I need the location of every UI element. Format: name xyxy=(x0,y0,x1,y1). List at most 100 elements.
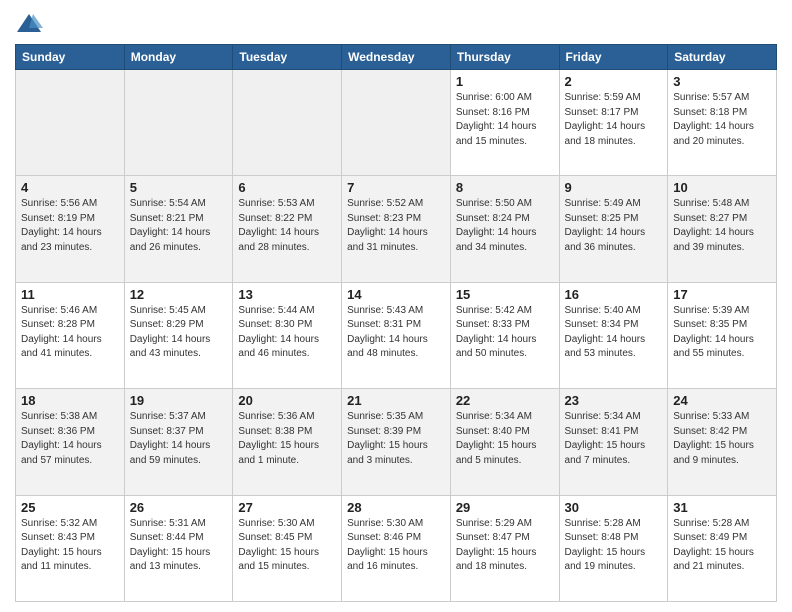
day-number: 28 xyxy=(347,500,445,515)
calendar-cell: 21 Sunrise: 5:35 AM Sunset: 8:39 PM Dayli… xyxy=(342,389,451,495)
day-number: 21 xyxy=(347,393,445,408)
page: SundayMondayTuesdayWednesdayThursdayFrid… xyxy=(0,0,792,612)
day-number: 12 xyxy=(130,287,228,302)
calendar-cell: 30 Sunrise: 5:28 AM Sunset: 8:48 PM Dayli… xyxy=(559,495,668,601)
calendar-table: SundayMondayTuesdayWednesdayThursdayFrid… xyxy=(15,44,777,602)
weekday-header: Saturday xyxy=(668,45,777,70)
calendar-cell: 10 Sunrise: 5:48 AM Sunset: 8:27 PM Dayli… xyxy=(668,176,777,282)
day-number: 24 xyxy=(673,393,771,408)
calendar-cell: 9 Sunrise: 5:49 AM Sunset: 8:25 PM Daylig… xyxy=(559,176,668,282)
day-info: Sunrise: 5:52 AM Sunset: 8:23 PM Dayligh… xyxy=(347,197,445,255)
day-info: Sunrise: 5:35 AM Sunset: 8:39 PM Dayligh… xyxy=(347,410,445,468)
header xyxy=(15,10,777,38)
calendar-cell xyxy=(342,70,451,176)
day-number: 5 xyxy=(130,180,228,195)
day-info: Sunrise: 5:49 AM Sunset: 8:25 PM Dayligh… xyxy=(565,197,663,255)
day-info: Sunrise: 5:28 AM Sunset: 8:48 PM Dayligh… xyxy=(565,517,663,575)
weekday-row: SundayMondayTuesdayWednesdayThursdayFrid… xyxy=(16,45,777,70)
day-info: Sunrise: 5:37 AM Sunset: 8:37 PM Dayligh… xyxy=(130,410,228,468)
calendar-week-row: 4 Sunrise: 5:56 AM Sunset: 8:19 PM Daylig… xyxy=(16,176,777,282)
logo xyxy=(15,10,47,38)
day-number: 7 xyxy=(347,180,445,195)
day-number: 31 xyxy=(673,500,771,515)
weekday-header: Monday xyxy=(124,45,233,70)
day-number: 1 xyxy=(456,74,554,89)
calendar-header: SundayMondayTuesdayWednesdayThursdayFrid… xyxy=(16,45,777,70)
calendar-cell: 6 Sunrise: 5:53 AM Sunset: 8:22 PM Daylig… xyxy=(233,176,342,282)
calendar-cell xyxy=(233,70,342,176)
day-number: 15 xyxy=(456,287,554,302)
day-info: Sunrise: 5:36 AM Sunset: 8:38 PM Dayligh… xyxy=(238,410,336,468)
day-info: Sunrise: 5:30 AM Sunset: 8:46 PM Dayligh… xyxy=(347,517,445,575)
day-number: 2 xyxy=(565,74,663,89)
day-info: Sunrise: 5:50 AM Sunset: 8:24 PM Dayligh… xyxy=(456,197,554,255)
logo-icon xyxy=(15,10,43,38)
day-info: Sunrise: 5:39 AM Sunset: 8:35 PM Dayligh… xyxy=(673,304,771,362)
calendar-cell: 2 Sunrise: 5:59 AM Sunset: 8:17 PM Daylig… xyxy=(559,70,668,176)
day-number: 18 xyxy=(21,393,119,408)
day-info: Sunrise: 5:48 AM Sunset: 8:27 PM Dayligh… xyxy=(673,197,771,255)
calendar-cell: 23Sunrise: 5:34 AM Sunset: 8:41 PM Dayli… xyxy=(559,389,668,495)
day-info: Sunrise: 5:32 AM Sunset: 8:43 PM Dayligh… xyxy=(21,517,119,575)
calendar-week-row: 1 Sunrise: 6:00 AM Sunset: 8:16 PM Daylig… xyxy=(16,70,777,176)
day-number: 6 xyxy=(238,180,336,195)
day-info: Sunrise: 5:38 AM Sunset: 8:36 PM Dayligh… xyxy=(21,410,119,468)
day-number: 4 xyxy=(21,180,119,195)
day-info: Sunrise: 5:54 AM Sunset: 8:21 PM Dayligh… xyxy=(130,197,228,255)
day-number: 16 xyxy=(565,287,663,302)
day-number: 9 xyxy=(565,180,663,195)
calendar-cell: 13 Sunrise: 5:44 AM Sunset: 8:30 PM Dayli… xyxy=(233,282,342,388)
calendar-cell: 25 Sunrise: 5:32 AM Sunset: 8:43 PM Dayli… xyxy=(16,495,125,601)
calendar-cell: 26 Sunrise: 5:31 AM Sunset: 8:44 PM Dayli… xyxy=(124,495,233,601)
day-info: Sunrise: 5:29 AM Sunset: 8:47 PM Dayligh… xyxy=(456,517,554,575)
day-number: 10 xyxy=(673,180,771,195)
calendar-cell: 1 Sunrise: 6:00 AM Sunset: 8:16 PM Daylig… xyxy=(450,70,559,176)
day-number: 29 xyxy=(456,500,554,515)
calendar-cell: 19 Sunrise: 5:37 AM Sunset: 8:37 PM Dayli… xyxy=(124,389,233,495)
calendar-cell xyxy=(124,70,233,176)
weekday-header: Friday xyxy=(559,45,668,70)
calendar-week-row: 18 Sunrise: 5:38 AM Sunset: 8:36 PM Dayli… xyxy=(16,389,777,495)
calendar-week-row: 25 Sunrise: 5:32 AM Sunset: 8:43 PM Dayli… xyxy=(16,495,777,601)
calendar-cell: 12Sunrise: 5:45 AM Sunset: 8:29 PM Dayli… xyxy=(124,282,233,388)
calendar-cell xyxy=(16,70,125,176)
calendar-cell: 4 Sunrise: 5:56 AM Sunset: 8:19 PM Daylig… xyxy=(16,176,125,282)
calendar-cell: 15 Sunrise: 5:42 AM Sunset: 8:33 PM Dayli… xyxy=(450,282,559,388)
day-number: 22 xyxy=(456,393,554,408)
day-info: Sunrise: 5:34 AM Sunset: 8:41 PM Dayligh… xyxy=(565,410,663,468)
day-info: Sunrise: 5:31 AM Sunset: 8:44 PM Dayligh… xyxy=(130,517,228,575)
calendar-cell: 22 Sunrise: 5:34 AM Sunset: 8:40 PM Dayli… xyxy=(450,389,559,495)
weekday-header: Sunday xyxy=(16,45,125,70)
day-info: Sunrise: 5:34 AM Sunset: 8:40 PM Dayligh… xyxy=(456,410,554,468)
day-number: 19 xyxy=(130,393,228,408)
day-info: Sunrise: 5:40 AM Sunset: 8:34 PM Dayligh… xyxy=(565,304,663,362)
day-info: Sunrise: 5:53 AM Sunset: 8:22 PM Dayligh… xyxy=(238,197,336,255)
calendar-cell: 17Sunrise: 5:39 AM Sunset: 8:35 PM Dayli… xyxy=(668,282,777,388)
day-number: 27 xyxy=(238,500,336,515)
calendar-cell: 3 Sunrise: 5:57 AM Sunset: 8:18 PM Daylig… xyxy=(668,70,777,176)
day-info: Sunrise: 6:00 AM Sunset: 8:16 PM Dayligh… xyxy=(456,91,554,149)
calendar-cell: 16 Sunrise: 5:40 AM Sunset: 8:34 PM Dayli… xyxy=(559,282,668,388)
day-info: Sunrise: 5:42 AM Sunset: 8:33 PM Dayligh… xyxy=(456,304,554,362)
day-info: Sunrise: 5:44 AM Sunset: 8:30 PM Dayligh… xyxy=(238,304,336,362)
day-number: 3 xyxy=(673,74,771,89)
day-info: Sunrise: 5:33 AM Sunset: 8:42 PM Dayligh… xyxy=(673,410,771,468)
day-info: Sunrise: 5:56 AM Sunset: 8:19 PM Dayligh… xyxy=(21,197,119,255)
day-number: 14 xyxy=(347,287,445,302)
day-number: 13 xyxy=(238,287,336,302)
calendar-cell: 11Sunrise: 5:46 AM Sunset: 8:28 PM Dayli… xyxy=(16,282,125,388)
calendar-cell: 7 Sunrise: 5:52 AM Sunset: 8:23 PM Daylig… xyxy=(342,176,451,282)
day-number: 30 xyxy=(565,500,663,515)
calendar-cell: 8 Sunrise: 5:50 AM Sunset: 8:24 PM Daylig… xyxy=(450,176,559,282)
day-number: 11 xyxy=(21,287,119,302)
day-info: Sunrise: 5:59 AM Sunset: 8:17 PM Dayligh… xyxy=(565,91,663,149)
day-number: 26 xyxy=(130,500,228,515)
weekday-header: Wednesday xyxy=(342,45,451,70)
day-number: 25 xyxy=(21,500,119,515)
calendar-cell: 28 Sunrise: 5:30 AM Sunset: 8:46 PM Dayli… xyxy=(342,495,451,601)
day-info: Sunrise: 5:57 AM Sunset: 8:18 PM Dayligh… xyxy=(673,91,771,149)
calendar-cell: 18 Sunrise: 5:38 AM Sunset: 8:36 PM Dayli… xyxy=(16,389,125,495)
calendar-cell: 14Sunrise: 5:43 AM Sunset: 8:31 PM Dayli… xyxy=(342,282,451,388)
day-number: 8 xyxy=(456,180,554,195)
calendar-week-row: 11Sunrise: 5:46 AM Sunset: 8:28 PM Dayli… xyxy=(16,282,777,388)
